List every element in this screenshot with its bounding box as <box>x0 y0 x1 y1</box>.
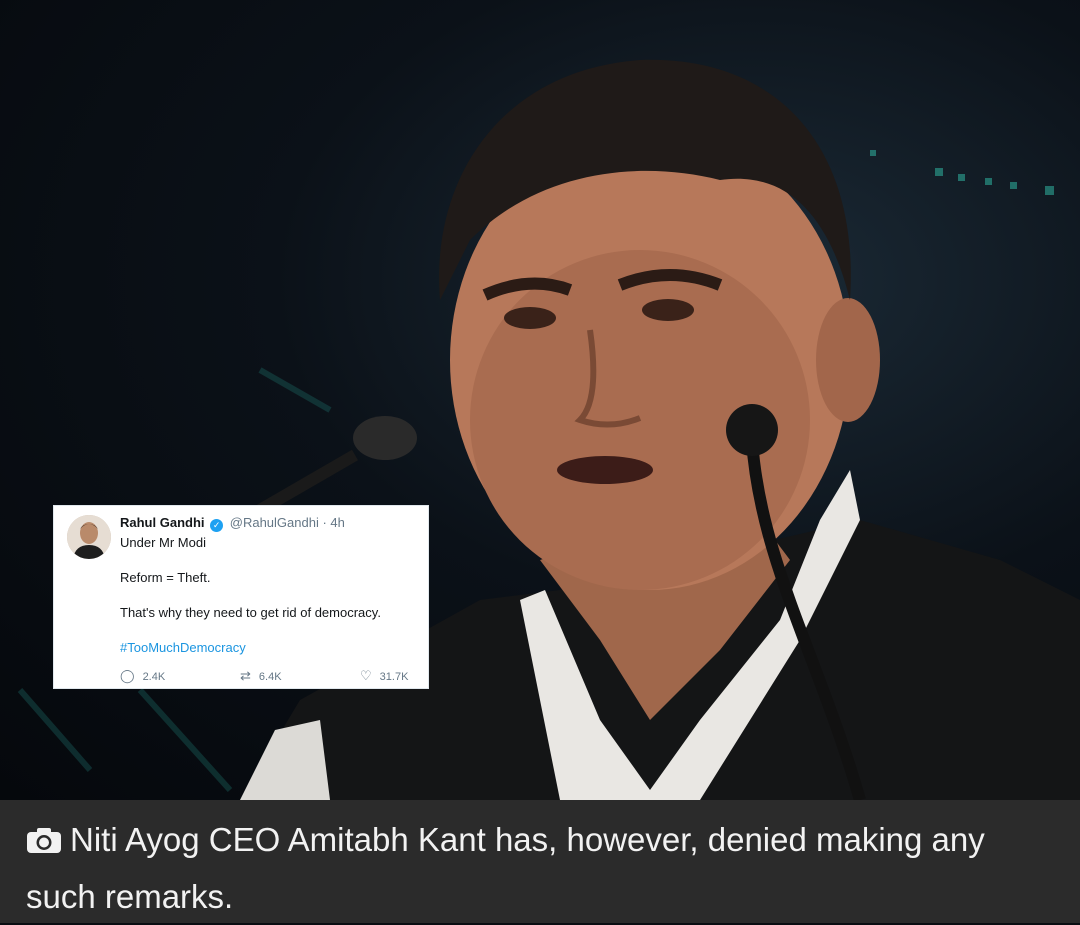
retweet-icon: ⇄ <box>240 668 251 683</box>
reply-count: ◯ 2.4K <box>120 668 166 683</box>
photo-caption: Niti Ayog CEO Amitabh Kant has, however,… <box>0 800 1080 923</box>
heart-icon: ♡ <box>360 668 372 683</box>
camera-icon <box>27 828 61 853</box>
tweet-actions: ◯ 2.4K ⇄ 6.4K ♡ 31.7K <box>120 668 420 684</box>
tweet-card: Rahul Gandhi ✓ @RahulGandhi · 4h Under M… <box>53 505 429 689</box>
reply-icon: ◯ <box>120 668 135 683</box>
retweet-count: ⇄ 6.4K <box>240 668 282 683</box>
caption-text: Niti Ayog CEO Amitabh Kant has, however,… <box>26 821 985 915</box>
tweet-header: Rahul Gandhi ✓ @RahulGandhi · 4h <box>120 515 345 532</box>
tweet-handle: @RahulGandhi · 4h <box>229 515 345 530</box>
tweet-hashtag: #TooMuchDemocracy <box>120 640 246 655</box>
tweet-text-line: Reform = Theft. <box>120 570 211 585</box>
tweet-text-line: That's why they need to get rid of democ… <box>120 605 381 620</box>
tweet-text-line: Under Mr Modi <box>120 535 206 550</box>
tweet-author-name: Rahul Gandhi <box>120 515 205 530</box>
like-count: ♡ 31.7K <box>360 668 409 683</box>
verified-badge-icon: ✓ <box>210 519 224 532</box>
avatar <box>67 515 111 559</box>
